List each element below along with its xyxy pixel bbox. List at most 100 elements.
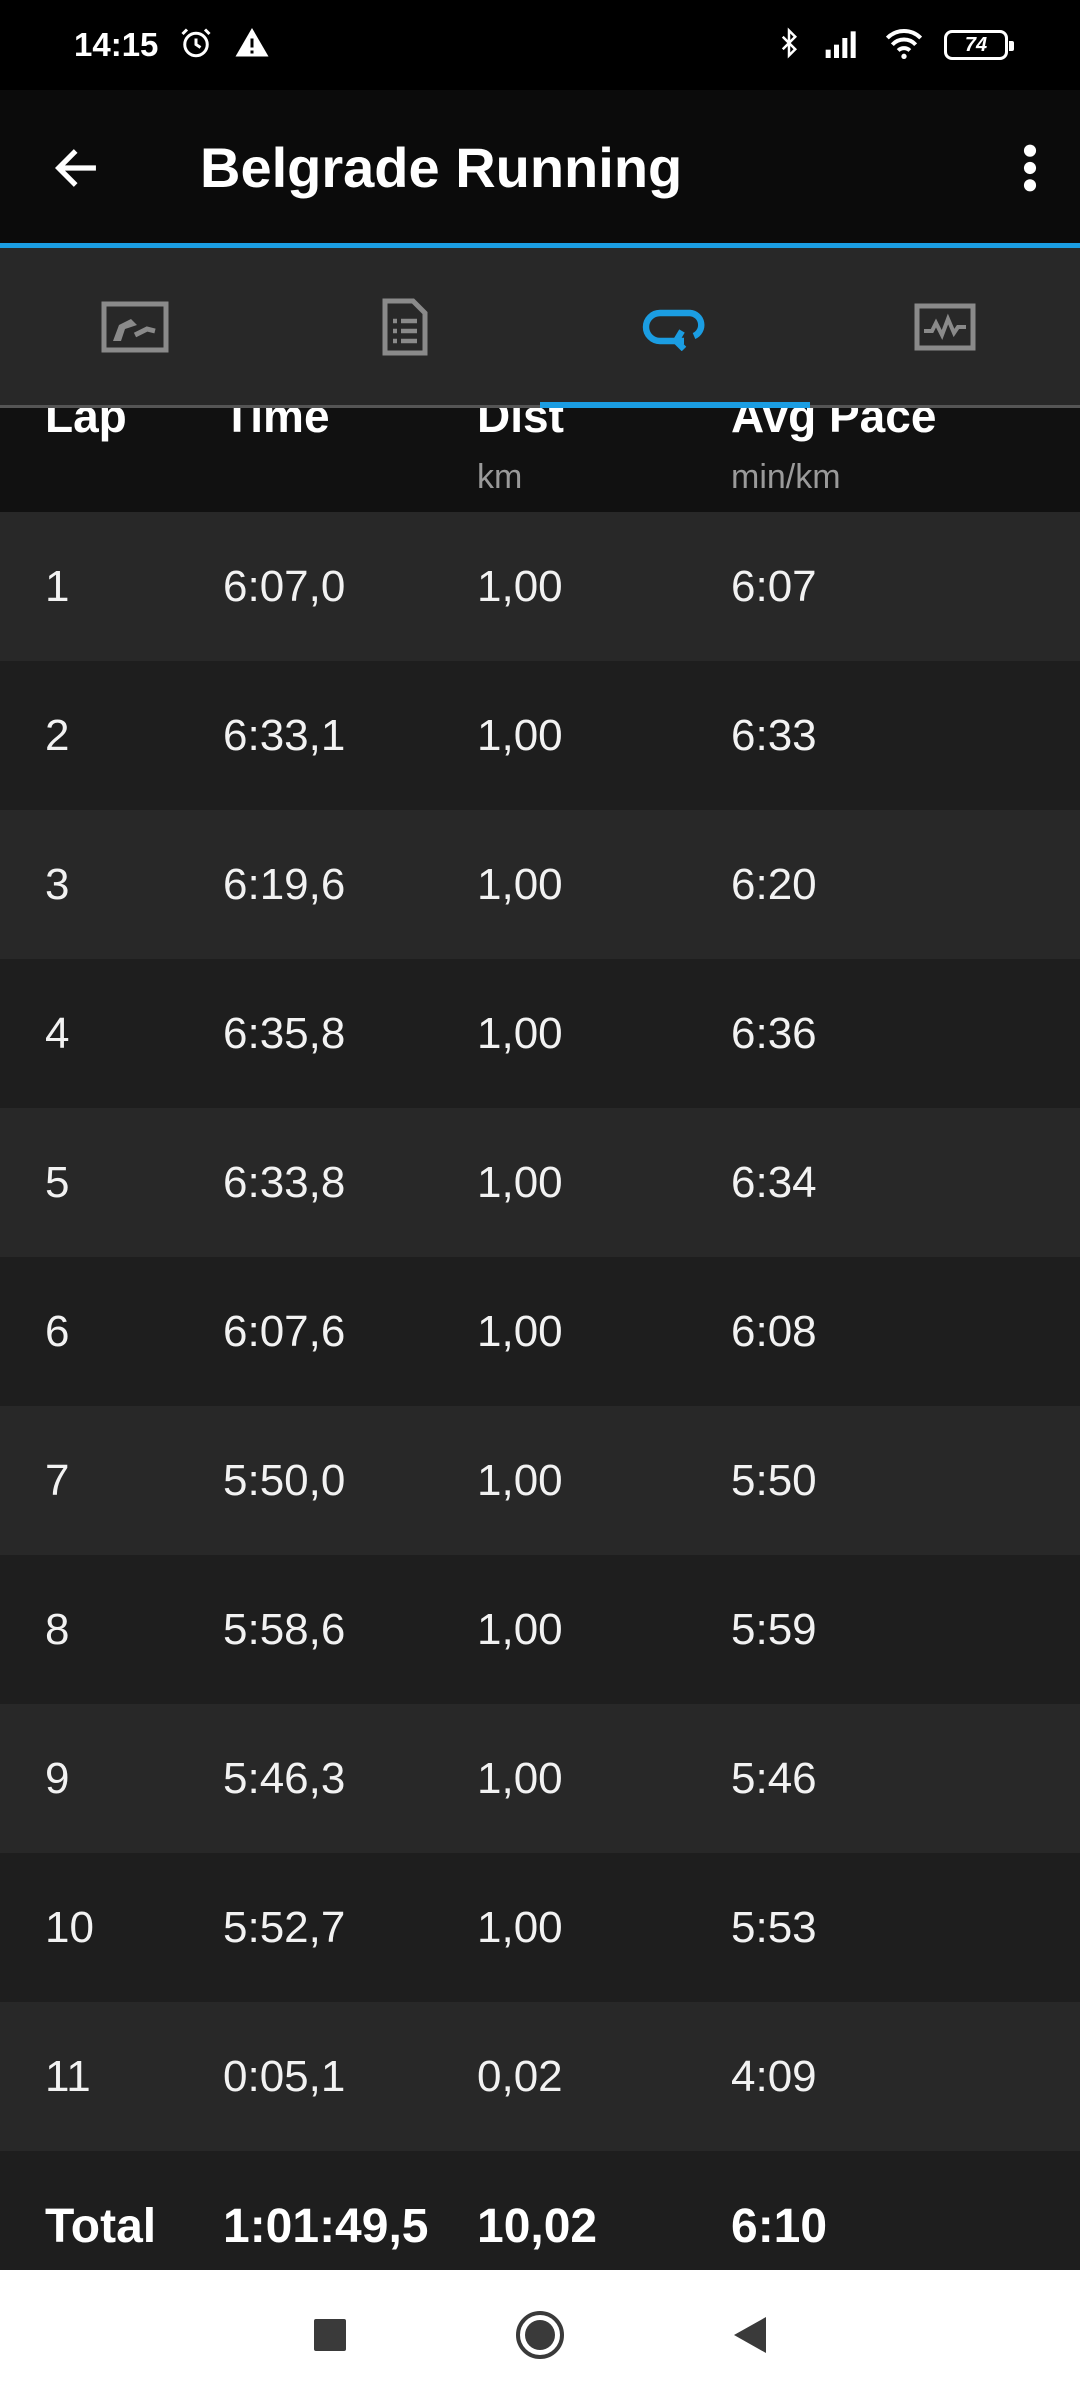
lap-number: 3: [45, 859, 70, 909]
column-label: Lap: [45, 408, 127, 442]
lap-distance: 1,00: [477, 859, 563, 909]
column-header-time: Time: [223, 408, 330, 446]
lap-distance: 1,00: [477, 1157, 563, 1207]
status-time: 14:15: [74, 26, 159, 63]
lap-number: 9: [45, 1753, 70, 1803]
chart-pulse-icon: [914, 303, 976, 350]
lap-time: 6:35,8: [223, 1008, 346, 1058]
table-row[interactable]: 6 6:07,6 1,00 6:08: [0, 1257, 1080, 1406]
lap-number: 1: [45, 561, 70, 611]
lap-number: 4: [45, 1008, 70, 1058]
lap-time: 6:07,6: [223, 1306, 346, 1356]
column-unit: km: [477, 458, 523, 496]
column-header-avg-pace: Avg Pace min/km: [731, 408, 936, 497]
status-left: 14:15: [74, 25, 270, 66]
lap-avg-pace: 5:46: [731, 1753, 817, 1803]
column-label: Dist: [477, 408, 564, 442]
lap-avg-pace: 6:20: [731, 859, 817, 909]
lap-time: 6:33,1: [223, 710, 346, 760]
lap-distance: 1,00: [477, 1306, 563, 1356]
recents-button[interactable]: [290, 2295, 370, 2375]
battery-level: 74: [964, 33, 988, 56]
lap-table: 1 6:07,0 1,00 6:07 2 6:33,1 1,00 6:33 3 …: [0, 512, 1080, 2151]
lap-distance: 1,00: [477, 561, 563, 611]
column-header-lap: Lap: [45, 408, 127, 446]
page-title: Belgrade Running: [200, 136, 683, 199]
lap-time: 6:19,6: [223, 859, 346, 909]
lap-time: 5:46,3: [223, 1753, 346, 1803]
lap-avg-pace: 6:07: [731, 561, 817, 611]
column-label: Avg Pace: [731, 408, 937, 442]
lap-avg-pace: 6:36: [731, 1008, 817, 1058]
status-right: 74: [774, 25, 1014, 66]
table-row[interactable]: 5 6:33,8 1,00 6:34: [0, 1108, 1080, 1257]
table-row[interactable]: 2 6:33,1 1,00 6:33: [0, 661, 1080, 810]
arrow-back-icon: [54, 148, 96, 187]
lap-time: 0:05,1: [223, 2051, 346, 2101]
column-header-dist: Dist km: [477, 408, 564, 497]
bluetooth-icon: [774, 25, 804, 66]
column-unit: min/km: [731, 458, 841, 496]
lap-time: 6:33,8: [223, 1157, 346, 1207]
table-row[interactable]: 9 5:46,3 1,00 5:46: [0, 1704, 1080, 1853]
table-header: Lap Time Dist km Avg Pace min/km: [0, 408, 1080, 512]
lap-number: 11: [45, 2051, 91, 2101]
table-row[interactable]: 1 6:07,0 1,00 6:07: [0, 512, 1080, 661]
lap-avg-pace: 5:59: [731, 1604, 817, 1654]
triangle-back-icon: [734, 2317, 766, 2353]
lap-avg-pace: 6:08: [731, 1306, 817, 1356]
tab-laps[interactable]: [540, 248, 810, 408]
tab-overview[interactable]: [0, 248, 270, 405]
status-bar: 14:15 74: [0, 0, 1080, 90]
overflow-menu-button[interactable]: [980, 90, 1080, 245]
lap-avg-pace: 5:50: [731, 1455, 817, 1505]
column-label: Time: [223, 408, 330, 442]
back-button[interactable]: [0, 90, 152, 245]
table-row[interactable]: 3 6:19,6 1,00 6:20: [0, 810, 1080, 959]
home-button[interactable]: [500, 2295, 580, 2375]
lap-distance: 1,00: [477, 1604, 563, 1654]
lap-distance: 1,00: [477, 1455, 563, 1505]
total-row: Total 1:01:49,5 10,02 6:10: [0, 2151, 1080, 2270]
battery-icon: 74: [944, 30, 1014, 60]
signal-icon: [824, 26, 864, 65]
lap-distance: 1,00: [477, 1753, 563, 1803]
table-row[interactable]: 7 5:50,0 1,00 5:50: [0, 1406, 1080, 1555]
laps-loop-icon: [642, 309, 705, 351]
table-row[interactable]: 11 0:05,1 0,02 4:09: [0, 2002, 1080, 2151]
app-bar: Belgrade Running: [0, 90, 1080, 245]
table-row[interactable]: 8 5:58,6 1,00 5:59: [0, 1555, 1080, 1704]
lap-time: 6:07,0: [223, 561, 346, 611]
square-icon: [314, 2319, 346, 2351]
lap-number: 2: [45, 710, 70, 760]
lap-avg-pace: 5:53: [731, 1902, 817, 1952]
lap-number: 6: [45, 1306, 70, 1356]
screen: 14:15 74 Belgrade Running Lap Time Dist …: [0, 0, 1080, 2400]
lap-distance: 1,00: [477, 1902, 563, 1952]
lap-time: 5:58,6: [223, 1604, 346, 1654]
lap-time: 5:50,0: [223, 1455, 346, 1505]
back-nav-button[interactable]: [710, 2295, 790, 2375]
lap-distance: 1,00: [477, 710, 563, 760]
lap-number: 8: [45, 1604, 70, 1654]
lap-distance: 1,00: [477, 1008, 563, 1058]
lap-avg-pace: 4:09: [731, 2051, 817, 2101]
table-row[interactable]: 4 6:35,8 1,00 6:36: [0, 959, 1080, 1108]
circle-icon: [516, 2311, 564, 2359]
alarm-icon: [178, 25, 214, 66]
tab-charts[interactable]: [810, 248, 1080, 405]
system-nav-bar: [0, 2270, 1080, 2400]
lap-distance: 0,02: [477, 2051, 563, 2101]
lap-number: 5: [45, 1157, 70, 1207]
more-vert-icon: [1023, 144, 1037, 191]
table-row[interactable]: 10 5:52,7 1,00 5:53: [0, 1853, 1080, 2002]
lap-avg-pace: 6:33: [731, 710, 817, 760]
warning-icon: [234, 25, 270, 66]
lap-number: 7: [45, 1455, 70, 1505]
wifi-icon: [884, 26, 924, 65]
lap-avg-pace: 6:34: [731, 1157, 817, 1207]
lap-number: 10: [45, 1902, 94, 1952]
map-summary-icon: [101, 301, 169, 352]
tab-bar: [0, 248, 1080, 408]
tab-details[interactable]: [270, 248, 540, 405]
